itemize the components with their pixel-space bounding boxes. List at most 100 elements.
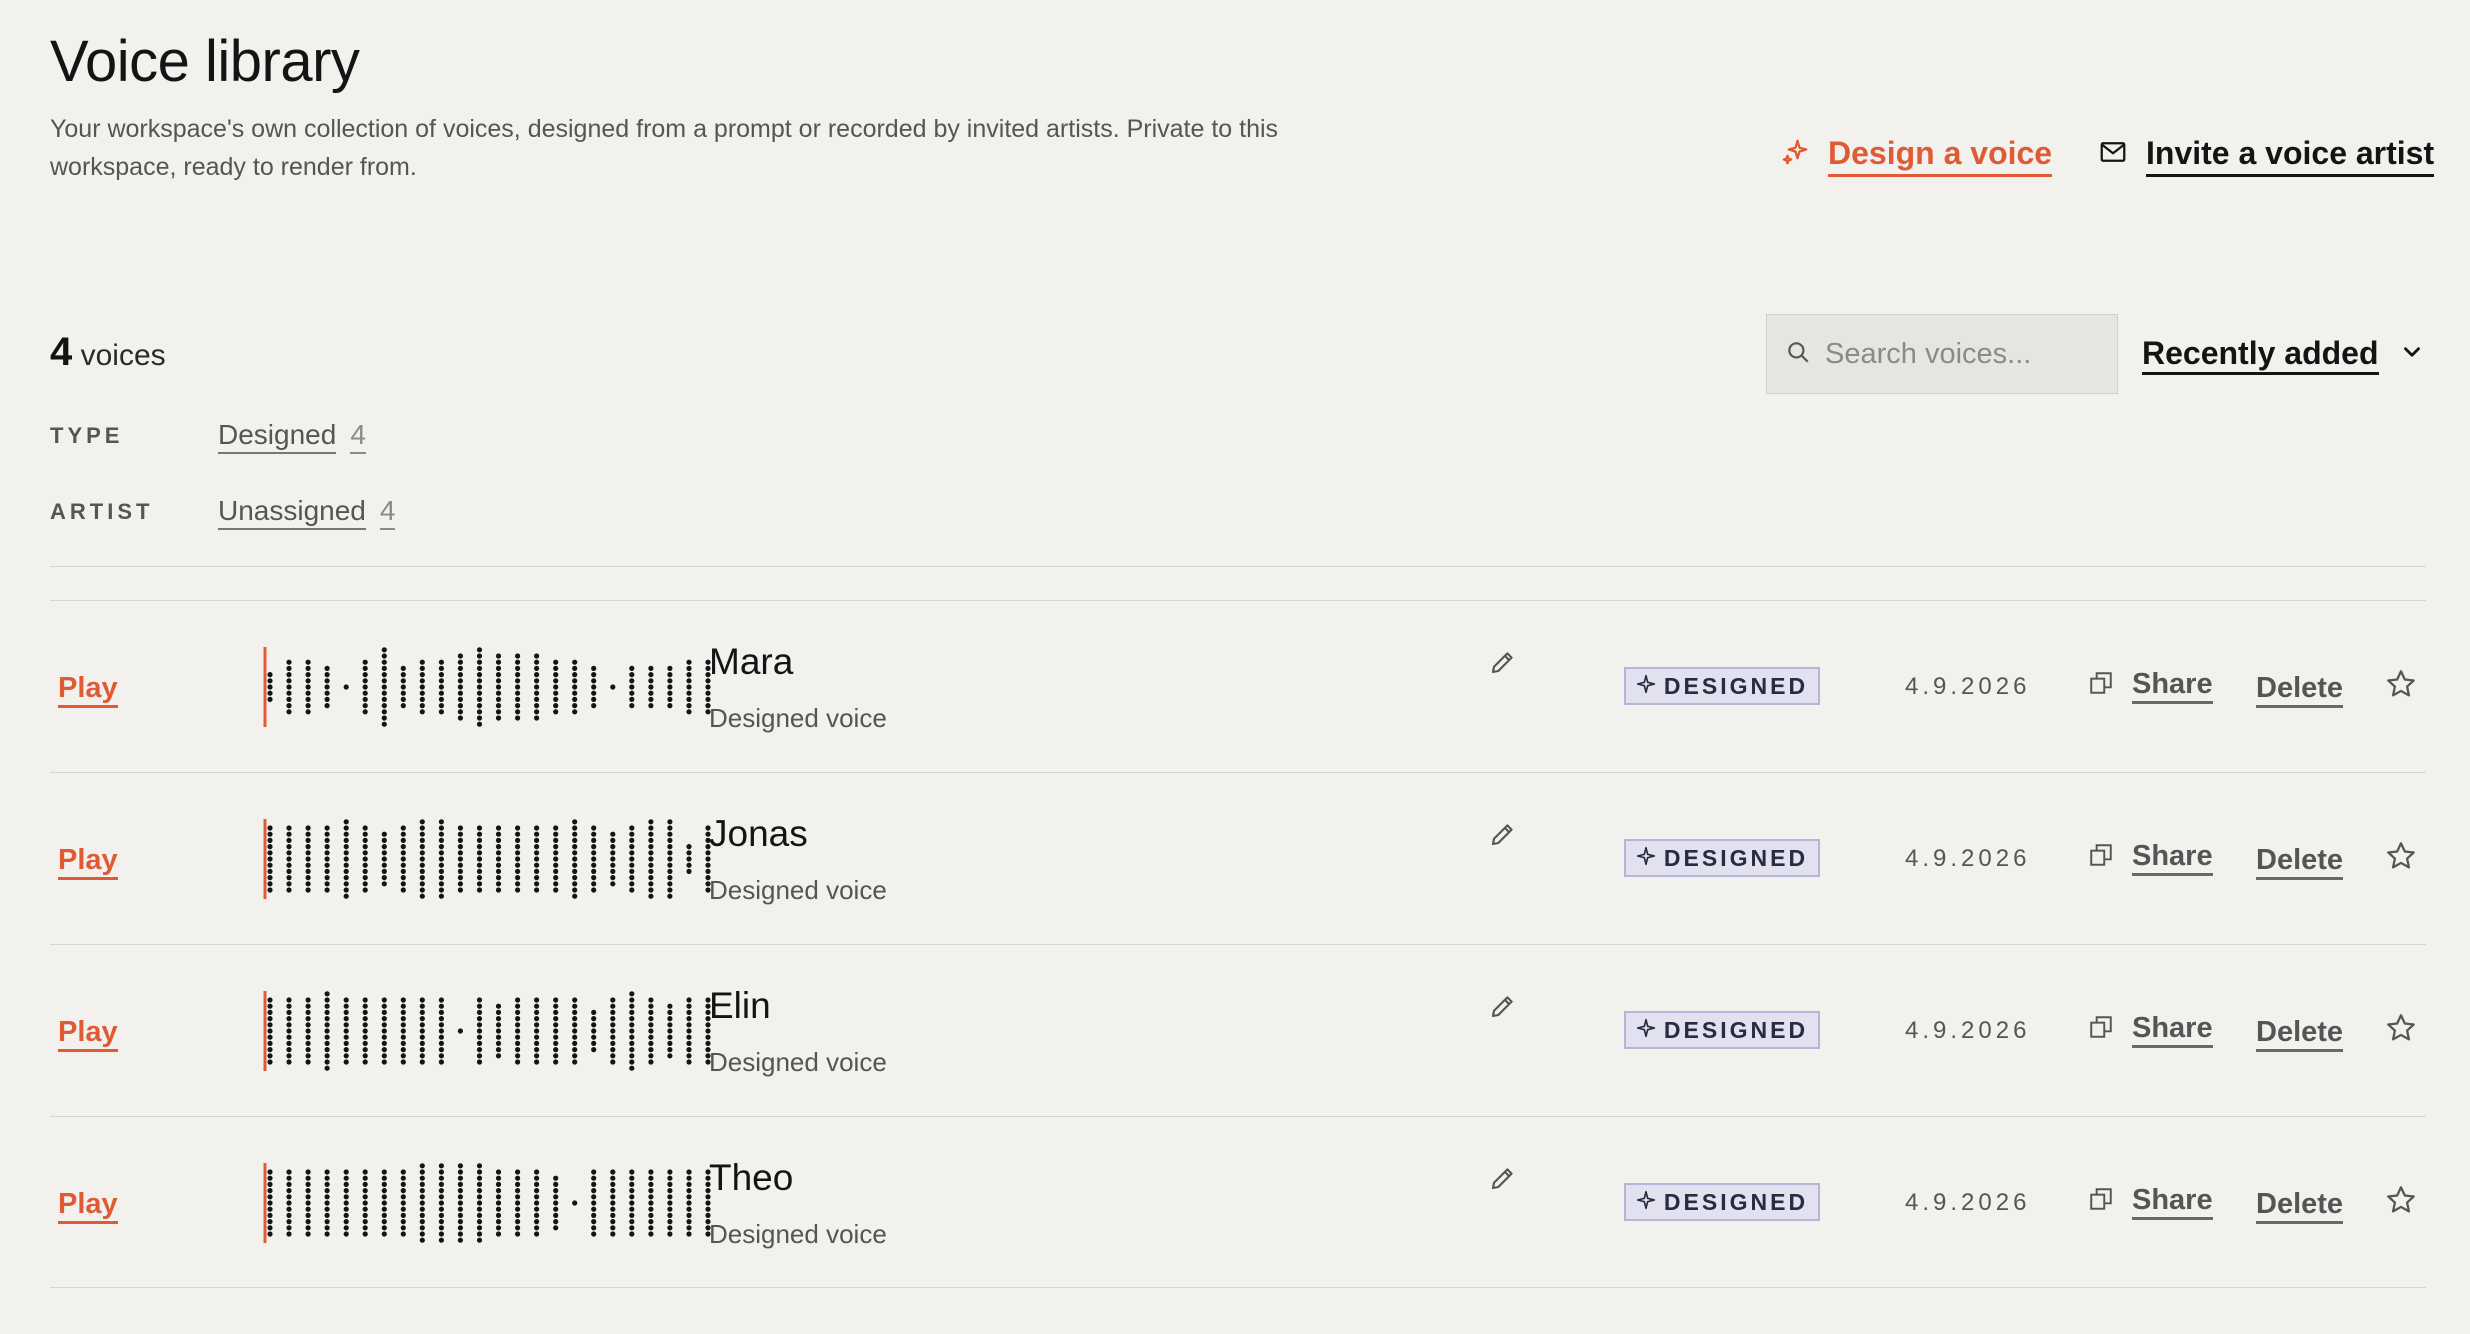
waveform-bar xyxy=(362,1169,368,1237)
page-subtitle: Your workspace's own collection of voice… xyxy=(50,115,1279,181)
pencil-icon[interactable] xyxy=(1488,1163,1518,1198)
filter-artist-value[interactable]: Unassigned xyxy=(218,494,366,530)
share-label: Share xyxy=(2132,1183,2213,1220)
pencil-icon[interactable] xyxy=(1488,647,1518,682)
share-label: Share xyxy=(2132,839,2213,876)
voice-name: Mara xyxy=(709,641,794,682)
waveform-bar xyxy=(362,997,368,1065)
sparkle-icon xyxy=(1636,1017,1656,1044)
waveform-bar xyxy=(457,825,463,893)
waveform-bar xyxy=(629,825,635,893)
voice-count: 4 voices xyxy=(50,330,166,375)
voice-date: 4.9.2026 xyxy=(1905,1189,2031,1216)
waveform-bar xyxy=(267,997,273,1065)
waveform-bar xyxy=(553,825,559,893)
play-button[interactable]: Play xyxy=(58,671,118,708)
share-button[interactable]: Share xyxy=(2088,1183,2213,1220)
waveform-bar xyxy=(438,997,444,1065)
sort-label: Recently added xyxy=(2142,334,2379,375)
waveform-bar xyxy=(515,997,521,1065)
badge-label: DESIGNED xyxy=(1663,1188,1809,1215)
filter-artist-count: 4 xyxy=(379,494,396,530)
waveform-bar xyxy=(610,997,616,1065)
waveform-bar xyxy=(438,1163,444,1243)
share-label: Share xyxy=(2132,1011,2213,1048)
sort-dropdown[interactable]: Recently added xyxy=(2142,334,2425,375)
badge-label: DESIGNED xyxy=(1663,1016,1809,1043)
chevron-down-icon xyxy=(2399,336,2425,373)
delete-button[interactable]: Delete xyxy=(2256,843,2344,880)
share-button[interactable]: Share xyxy=(2088,839,2213,876)
star-icon[interactable] xyxy=(2384,1183,2418,1222)
share-button[interactable]: Share xyxy=(2088,1011,2213,1048)
waveform-bar xyxy=(495,1003,502,1059)
voice-count-number: 4 xyxy=(50,330,73,374)
waveform-bar xyxy=(457,1028,463,1034)
star-icon[interactable] xyxy=(2384,839,2418,878)
star-icon[interactable] xyxy=(2384,1011,2418,1050)
waveform-bar xyxy=(591,1169,597,1237)
page-title: Voice library xyxy=(50,29,360,94)
voice-row: Play Theo Designed voice DESIGNED 4.9.20… xyxy=(50,1116,2426,1288)
copy-icon xyxy=(2088,670,2114,701)
waveform-bar xyxy=(286,825,292,893)
filter-type: TYPE Designed 4 xyxy=(50,418,366,454)
waveform-bar xyxy=(381,997,387,1065)
waveform-bar xyxy=(476,997,483,1065)
voice-count-unit: voices xyxy=(80,339,166,372)
badge-label: DESIGNED xyxy=(1663,672,1809,699)
waveform-bar xyxy=(476,825,483,893)
voice-waveform xyxy=(263,647,711,727)
voice-subtitle: Designed voice xyxy=(709,1219,887,1249)
waveform-bar xyxy=(324,991,330,1071)
waveform-bar xyxy=(553,1175,559,1231)
waveform-bar xyxy=(629,665,635,709)
filter-type-count: 4 xyxy=(350,418,366,454)
share-button[interactable]: Share xyxy=(2088,667,2213,704)
waveform-bar xyxy=(267,672,273,702)
waveform-bar xyxy=(438,659,444,715)
waveform-bar xyxy=(534,997,540,1065)
waveform-bar xyxy=(286,997,292,1065)
delete-button[interactable]: Delete xyxy=(2256,1187,2344,1224)
voice-waveform xyxy=(263,1163,711,1243)
play-button[interactable]: Play xyxy=(58,1187,118,1224)
waveform-bar xyxy=(267,825,273,893)
waveform-bar xyxy=(419,659,425,715)
delete-button[interactable]: Delete xyxy=(2256,671,2344,708)
waveform-bar xyxy=(495,653,502,721)
waveform-bar xyxy=(686,659,692,715)
waveform-bar xyxy=(324,1169,330,1237)
search-box[interactable] xyxy=(1766,314,2118,394)
voice-row: Play Jonas Designed voice DESIGNED 4.9.2… xyxy=(50,772,2426,944)
voice-name: Theo xyxy=(709,1157,794,1198)
waveform-bar xyxy=(648,997,654,1065)
filter-type-value[interactable]: Designed xyxy=(218,418,337,454)
play-button[interactable]: Play xyxy=(58,1015,118,1052)
mail-icon xyxy=(2098,137,2128,175)
waveform-bar xyxy=(457,653,463,721)
design-voice-link[interactable]: Design a voice xyxy=(1780,134,2053,177)
designed-badge: DESIGNED xyxy=(1624,1183,1820,1221)
waveform-bar xyxy=(515,825,521,893)
pencil-icon[interactable] xyxy=(1488,991,1518,1026)
pencil-icon[interactable] xyxy=(1488,819,1518,854)
search-input[interactable] xyxy=(1825,337,2095,371)
star-icon[interactable] xyxy=(2384,667,2418,706)
delete-button[interactable]: Delete xyxy=(2256,1015,2344,1052)
waveform-bar xyxy=(495,825,502,893)
waveform-bar xyxy=(629,991,635,1071)
copy-icon xyxy=(2088,1186,2114,1217)
waveform-bar xyxy=(400,665,406,709)
designed-badge: DESIGNED xyxy=(1624,839,1820,877)
waveform-bar xyxy=(343,997,349,1065)
play-button[interactable]: Play xyxy=(58,843,118,880)
voice-name: Elin xyxy=(709,985,771,1026)
waveform-bar xyxy=(438,819,444,899)
voice-subtitle: Designed voice xyxy=(709,1047,887,1077)
waveform-bar xyxy=(305,997,311,1065)
waveform-bar xyxy=(534,1169,540,1237)
invite-artist-link[interactable]: Invite a voice artist xyxy=(2098,134,2435,177)
waveform-bar xyxy=(572,997,578,1065)
waveform-bar xyxy=(362,659,368,715)
